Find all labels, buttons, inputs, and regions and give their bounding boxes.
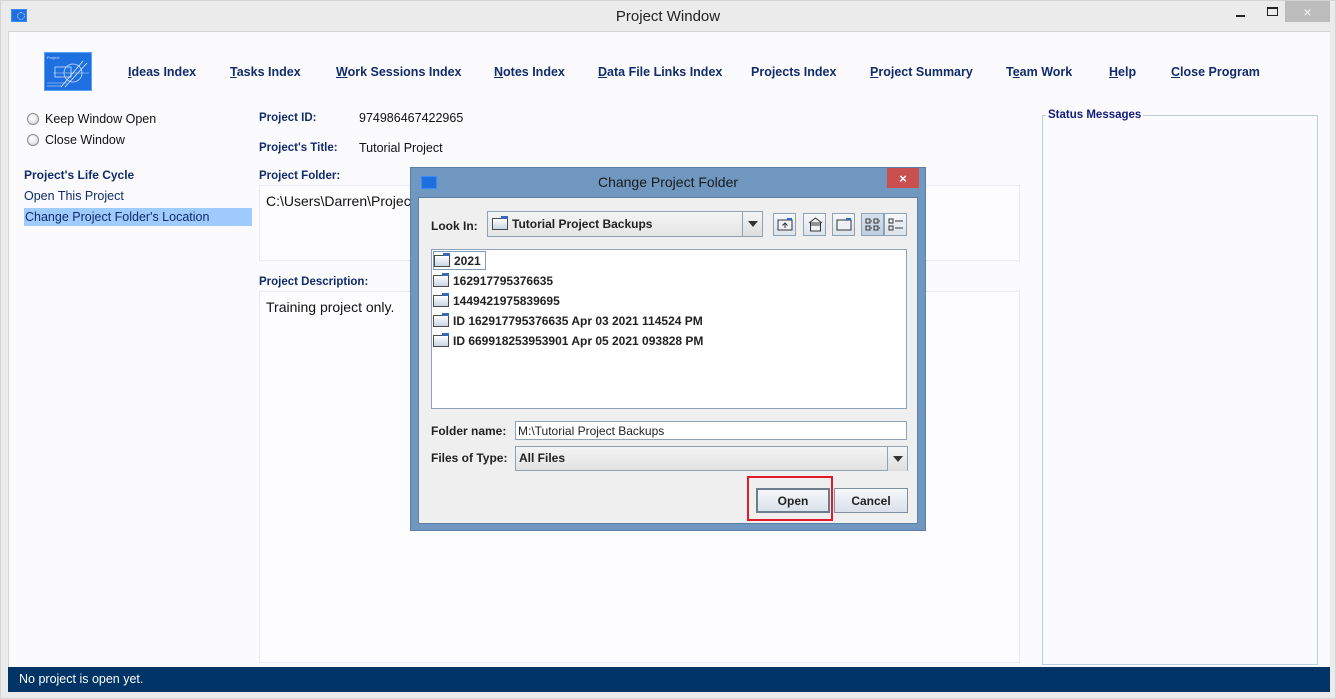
mnemonic-letter: P	[870, 65, 879, 79]
mnemonic-letter: T	[230, 65, 237, 79]
project-id-label: Project ID:	[259, 112, 317, 124]
status-bar: No project is open yet.	[8, 667, 1330, 692]
radio-icon	[27, 134, 39, 146]
project-id-value: 974986467422965	[359, 111, 464, 125]
change-folder-dialog: Change Project Folder × Look In: Tutoria…	[410, 167, 926, 531]
new-folder-icon	[836, 218, 852, 231]
close-icon: ×	[899, 170, 907, 186]
window-title: Project Window	[615, 8, 721, 25]
chevron-down-icon[interactable]	[887, 447, 907, 471]
folder-icon	[433, 272, 449, 287]
folder-icon	[492, 216, 508, 230]
list-item[interactable]: ID 162917795376635 Apr 03 2021 114524 PM	[433, 311, 707, 330]
nav-help[interactable]: Help	[1109, 65, 1136, 79]
up-one-level-button[interactable]	[773, 213, 796, 236]
nav-project-summary[interactable]: Project Summary	[870, 65, 973, 79]
project-folder-label: Project Folder:	[259, 170, 341, 182]
project-title-label: Project's Title:	[259, 142, 338, 154]
list-item[interactable]: ID 669918253953901 Apr 05 2021 093828 PM	[433, 331, 707, 350]
nav-work-sessions-index[interactable]: Work Sessions Index	[336, 65, 462, 79]
chevron-down-icon[interactable]	[742, 212, 762, 236]
mnemonic-letter: H	[1109, 65, 1119, 79]
folder-icon	[433, 312, 449, 327]
nav-notes-index[interactable]: Notes Index	[494, 65, 565, 79]
sidebar-item-open-project[interactable]: Open This Project	[24, 187, 124, 205]
project-description-label: Project Description:	[259, 276, 369, 288]
nav-ideas-index[interactable]: Ideas Index	[128, 65, 196, 79]
mnemonic-letter: N	[494, 65, 504, 79]
cancel-button[interactable]: Cancel	[834, 488, 908, 513]
list-item[interactable]: 2021	[433, 251, 486, 270]
details-view-button[interactable]	[884, 213, 907, 236]
details-view-icon	[888, 218, 903, 231]
look-in-label: Look In:	[431, 219, 478, 233]
dialog-title: Change Project Folder	[597, 174, 739, 190]
mnemonic-letter: D	[598, 65, 608, 79]
status-text: No project is open yet.	[19, 672, 144, 686]
dialog-body: Look In: Tutorial Project Backups 2021 1…	[418, 197, 918, 524]
keep-window-open-radio[interactable]: Keep Window Open	[27, 112, 156, 126]
minimize-button[interactable]	[1225, 1, 1255, 22]
mnemonic-letter: W	[336, 65, 348, 79]
mnemonic-letter: C	[1171, 65, 1181, 79]
home-button[interactable]	[803, 213, 826, 236]
maximize-button[interactable]	[1257, 1, 1287, 22]
title-bar: Project Window ×	[1, 1, 1335, 31]
list-item[interactable]: 162917795376635	[433, 271, 557, 290]
mnemonic-letter: e	[1012, 65, 1020, 79]
close-window-radio[interactable]: Close Window	[27, 133, 125, 147]
project-logo: Project	[44, 52, 92, 91]
look-in-dropdown[interactable]: Tutorial Project Backups	[487, 211, 763, 237]
nav-tasks-index[interactable]: Tasks Index	[230, 65, 301, 79]
up-folder-icon	[777, 218, 793, 231]
project-title-value: Tutorial Project	[359, 141, 443, 155]
radio-icon	[27, 113, 39, 125]
new-folder-button[interactable]	[832, 213, 855, 236]
mnemonic-letter: I	[128, 65, 132, 79]
nav-close-program[interactable]: Close Program	[1171, 65, 1260, 79]
folder-name-input[interactable]	[515, 421, 907, 440]
folder-icon	[433, 292, 449, 307]
svg-text:Project: Project	[47, 55, 60, 60]
files-of-type-label: Files of Type:	[431, 451, 508, 465]
file-list[interactable]: 2021 162917795376635 1449421975839695 ID…	[431, 249, 907, 409]
nav-data-file-links-index[interactable]: Data File Links Index	[598, 65, 722, 79]
close-button[interactable]: ×	[1285, 1, 1330, 22]
home-icon	[808, 217, 823, 232]
list-view-icon	[865, 218, 881, 231]
sidebar-item-change-folder-location[interactable]: Change Project Folder's Location	[24, 208, 252, 226]
maximize-icon	[1266, 7, 1278, 16]
life-cycle-heading: Project's Life Cycle	[24, 168, 135, 182]
status-messages-panel	[1042, 115, 1318, 665]
dialog-close-button[interactable]: ×	[887, 168, 919, 188]
folder-icon	[433, 332, 449, 347]
folder-name-label: Folder name:	[431, 424, 507, 438]
close-icon: ×	[1303, 3, 1312, 20]
nav-projects-index[interactable]: Projects Index	[751, 65, 836, 79]
files-of-type-dropdown[interactable]: All Files	[515, 446, 908, 471]
list-view-button[interactable]	[861, 213, 884, 236]
list-item[interactable]: 1449421975839695	[433, 291, 564, 310]
minimize-icon	[1235, 14, 1245, 17]
dialog-title-bar: Change Project Folder ×	[411, 168, 925, 196]
open-button-highlight	[747, 476, 833, 521]
folder-icon	[434, 252, 450, 267]
nav-team-work[interactable]: Team Work	[1006, 65, 1072, 79]
status-messages-title: Status Messages	[1046, 109, 1144, 121]
